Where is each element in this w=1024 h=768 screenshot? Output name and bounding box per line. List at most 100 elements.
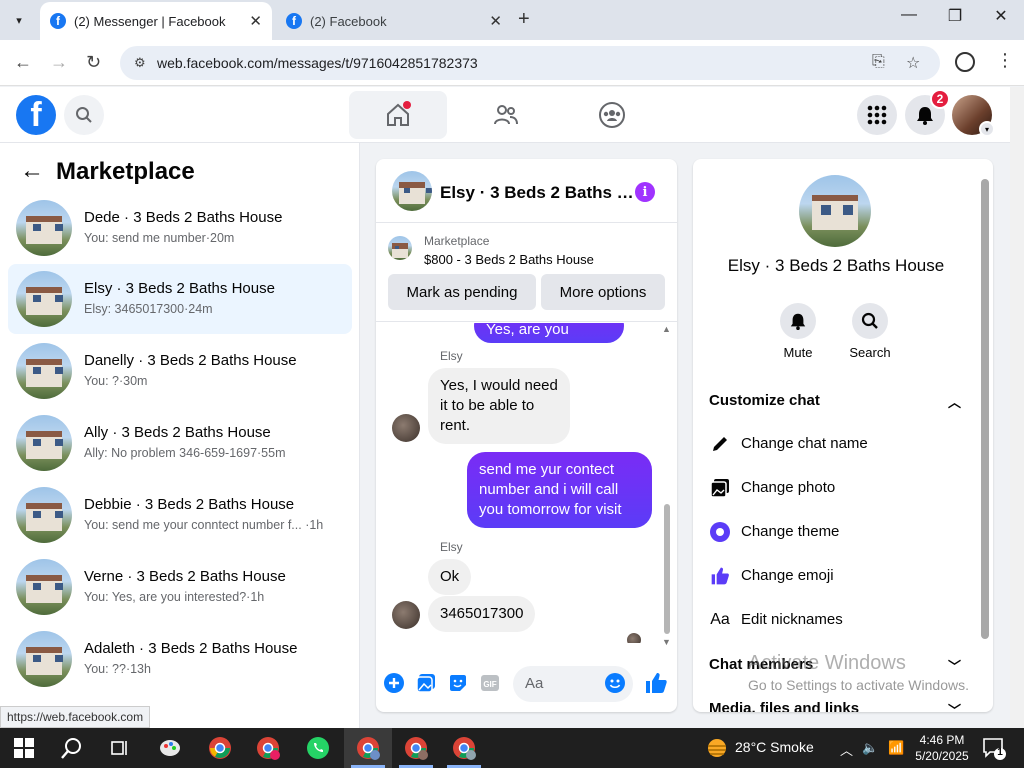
taskbar-clock[interactable]: 4:46 PM 5/20/2025: [912, 732, 972, 764]
message-composer: GIF Aa: [376, 659, 677, 709]
conversation-item[interactable]: Adaleth · 3 Beds 2 Baths House You: ??·1…: [8, 624, 352, 694]
conversation-item[interactable]: Ally · 3 Beds 2 Baths House Ally: No pro…: [8, 408, 352, 478]
mark-pending-button[interactable]: Mark as pending: [388, 274, 536, 310]
forward-button[interactable]: →: [50, 52, 68, 73]
paint-app-icon[interactable]: [156, 734, 184, 762]
facebook-favicon-icon: f: [50, 13, 66, 29]
chevron-down-icon[interactable]: ▾: [979, 121, 995, 137]
taskbar-search-icon[interactable]: [58, 734, 86, 762]
scroll-down-arrow[interactable]: ▼: [662, 637, 671, 647]
chat-info-thumbnail: [799, 175, 871, 247]
gif-icon[interactable]: GIF: [480, 673, 500, 693]
conversation-preview: You: ??·13h: [84, 662, 151, 676]
chevron-down-icon: ﹀: [947, 703, 961, 712]
site-settings-icon[interactable]: ⚙: [134, 55, 146, 71]
new-tab-button[interactable]: +: [518, 8, 530, 31]
listing-detail[interactable]: $800 - 3 Beds 2 Baths House: [424, 252, 594, 267]
chat-thumbnail[interactable]: [392, 171, 432, 211]
tab-search-dropdown[interactable]: ▾: [6, 8, 32, 32]
close-tab-icon[interactable]: ✕: [489, 12, 502, 30]
change-emoji-item[interactable]: Change emoji: [709, 563, 969, 591]
browser-menu-icon[interactable]: ⋮: [996, 50, 1014, 71]
chrome-window-icon[interactable]: [450, 734, 478, 762]
network-icon[interactable]: 📶: [888, 740, 904, 756]
message-bubble-received: Yes, I would need it to be able to rent.: [428, 368, 570, 444]
conversation-item[interactable]: Danelly · 3 Beds 2 Baths House You: ?·30…: [8, 336, 352, 406]
listing-bar: Marketplace $800 - 3 Beds 2 Baths House …: [376, 224, 677, 322]
conversation-item[interactable]: Dede · 3 Beds 2 Baths House You: send me…: [8, 193, 352, 263]
sender-avatar: [392, 414, 420, 442]
change-photo-item[interactable]: Change photo: [709, 475, 969, 503]
media-files-section[interactable]: Media, files and links ﹀: [709, 700, 961, 712]
search-action[interactable]: Search: [840, 303, 900, 360]
conversation-name: Danelly · 3 Beds 2 Baths House: [84, 352, 297, 369]
listing-thumbnail: [16, 200, 72, 256]
conversation-item[interactable]: Verne · 3 Beds 2 Baths House You: Yes, a…: [8, 552, 352, 622]
facebook-search-button[interactable]: [64, 95, 104, 135]
listing-thumbnail: [16, 271, 72, 327]
minimize-button[interactable]: —: [886, 6, 932, 24]
mute-label: Mute: [783, 345, 813, 360]
chrome-window-icon[interactable]: [402, 734, 430, 762]
photo-icon[interactable]: [416, 673, 436, 693]
more-options-button[interactable]: More options: [541, 274, 665, 310]
close-window-button[interactable]: ✕: [978, 6, 1024, 26]
chat-title[interactable]: Elsy · 3 Beds 2 Baths …: [440, 183, 634, 203]
nav-groups-tab[interactable]: [563, 91, 661, 139]
chrome-icon[interactable]: [206, 734, 234, 762]
conversation-item-active[interactable]: Elsy · 3 Beds 2 Baths House Elsy: 346501…: [8, 264, 352, 334]
notification-center-icon[interactable]: 1: [982, 736, 1006, 760]
back-button[interactable]: ←: [14, 52, 32, 73]
change-chat-name-item[interactable]: Change chat name: [709, 431, 969, 459]
page-scrollbar[interactable]: [1010, 87, 1024, 728]
install-app-icon[interactable]: ⎘: [872, 53, 885, 71]
whatsapp-icon[interactable]: [304, 734, 332, 762]
listing-thumbnail: [16, 631, 72, 687]
back-arrow-icon[interactable]: ←: [20, 157, 44, 185]
volume-icon[interactable]: 🔈: [862, 740, 878, 756]
windows-start-icon[interactable]: [10, 734, 38, 762]
bell-icon: [790, 313, 806, 330]
activate-windows-subtext: Go to Settings to activate Windows.: [748, 677, 969, 693]
info-icon[interactable]: i: [635, 182, 655, 202]
chevron-down-icon: ﹀: [947, 659, 961, 674]
task-view-icon[interactable]: [106, 734, 134, 762]
edit-nicknames-item[interactable]: Aa Edit nicknames: [709, 607, 969, 635]
listing-label: Marketplace: [424, 234, 490, 248]
message-scrollbar-thumb[interactable]: [664, 504, 670, 634]
tray-chevron-up-icon[interactable]: ︿: [840, 740, 853, 759]
browser-profile-icon[interactable]: [955, 52, 975, 72]
mute-action[interactable]: Mute: [768, 303, 828, 360]
message-sender: Elsy: [440, 349, 463, 363]
change-theme-item[interactable]: Change theme: [709, 519, 969, 547]
thumbs-up-icon[interactable]: [644, 671, 668, 695]
facebook-logo-icon[interactable]: f: [16, 95, 56, 135]
customize-chat-section[interactable]: Customize chat ︿: [709, 392, 961, 410]
restore-button[interactable]: ❐: [932, 6, 978, 26]
menu-grid-button[interactable]: [857, 95, 897, 135]
weather-text[interactable]: 28°C Smoke: [735, 739, 814, 755]
omnibox[interactable]: ⚙ web.facebook.com/messages/t/9716042851…: [120, 46, 940, 80]
reload-button[interactable]: ↻: [86, 52, 101, 73]
friends-icon: [494, 105, 518, 125]
tab-title: (2) Messenger | Facebook: [74, 13, 226, 29]
weather-icon[interactable]: [703, 734, 731, 762]
nav-home-tab[interactable]: [349, 91, 447, 139]
chrome-profile-a-icon[interactable]: [254, 734, 282, 762]
emoji-icon[interactable]: [605, 673, 625, 693]
nav-friends-tab[interactable]: [457, 91, 555, 139]
scroll-up-arrow[interactable]: ▲: [662, 324, 671, 334]
chrome-active-window-icon[interactable]: [354, 734, 382, 762]
bookmark-star-icon[interactable]: ☆: [906, 53, 920, 73]
sticker-icon[interactable]: [448, 673, 468, 693]
close-tab-icon[interactable]: ✕: [249, 12, 262, 30]
info-scrollbar-thumb[interactable]: [981, 179, 989, 639]
message-list[interactable]: Yes, are you interested? Elsy Yes, I wou…: [376, 323, 677, 643]
plus-icon[interactable]: [384, 673, 404, 693]
conversation-name: Verne · 3 Beds 2 Baths House: [84, 568, 286, 585]
url-text: web.facebook.com/messages/t/971604285178…: [157, 55, 478, 71]
tab-messenger[interactable]: f (2) Messenger | Facebook ✕: [40, 2, 272, 40]
conversation-item[interactable]: Debbie · 3 Beds 2 Baths House You: send …: [8, 480, 352, 550]
tab-facebook[interactable]: f (2) Facebook ✕: [276, 2, 512, 40]
address-bar-row: ← → ↻ ⚙ web.facebook.com/messages/t/9716…: [0, 40, 1024, 86]
